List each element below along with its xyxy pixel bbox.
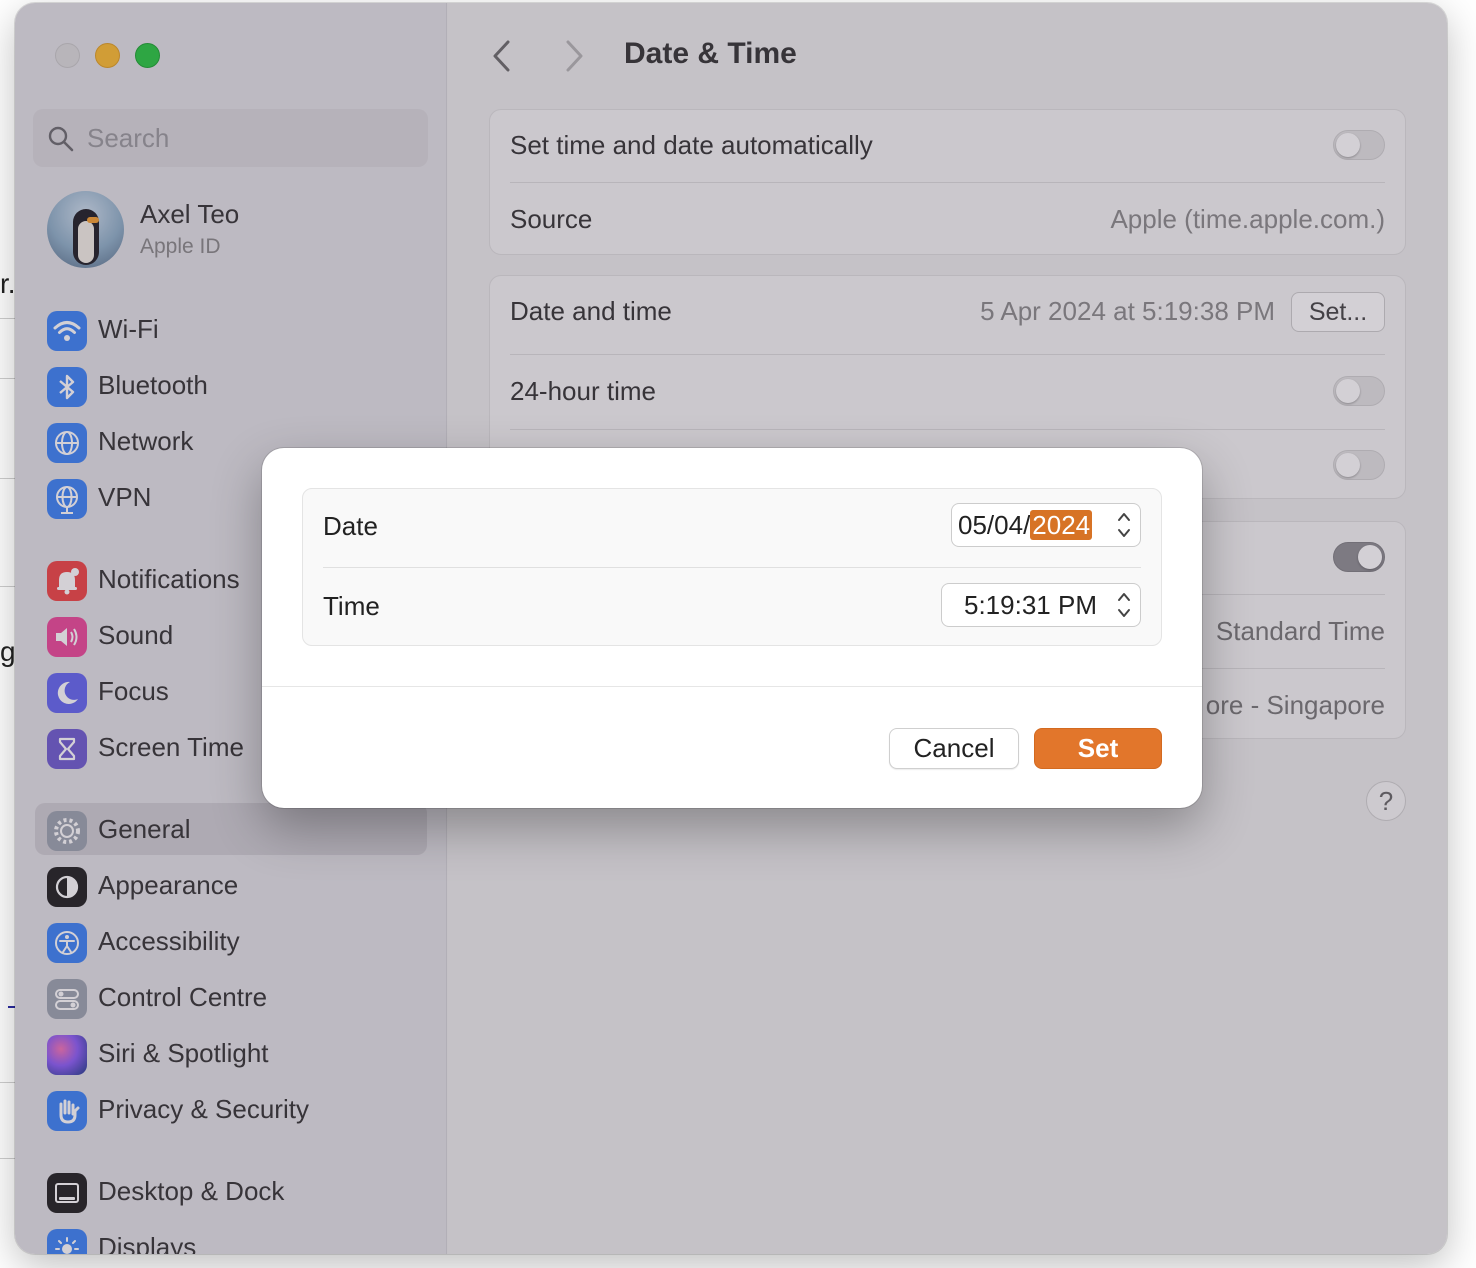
set-button[interactable]: Set bbox=[1034, 728, 1162, 769]
background-divider bbox=[0, 318, 16, 319]
date-year-segment[interactable]: 2024 bbox=[1030, 510, 1093, 540]
time-value[interactable]: 5:19:31 PM bbox=[964, 590, 1097, 621]
background-divider bbox=[0, 478, 16, 479]
date-time-fields-group: Date 05/04/2024 Time 5:19:31 PM bbox=[302, 488, 1162, 646]
time-label: Time bbox=[323, 591, 380, 621]
set-date-time-dialog: Date 05/04/2024 Time 5:19:31 PM Cancel S… bbox=[262, 448, 1202, 808]
background-text-fragment: r. bbox=[0, 268, 16, 299]
background-divider bbox=[0, 1082, 16, 1083]
date-day-month[interactable]: 05/04/ bbox=[958, 510, 1030, 540]
background-divider bbox=[0, 378, 16, 379]
background-divider bbox=[0, 1158, 16, 1159]
date-field[interactable]: 05/04/2024 bbox=[951, 503, 1141, 547]
date-stepper-icon[interactable] bbox=[1114, 508, 1134, 542]
background-divider bbox=[0, 586, 16, 587]
cancel-button[interactable]: Cancel bbox=[889, 728, 1019, 769]
time-field[interactable]: 5:19:31 PM bbox=[941, 583, 1141, 627]
date-label: Date bbox=[323, 511, 378, 541]
time-stepper-icon[interactable] bbox=[1114, 588, 1134, 622]
